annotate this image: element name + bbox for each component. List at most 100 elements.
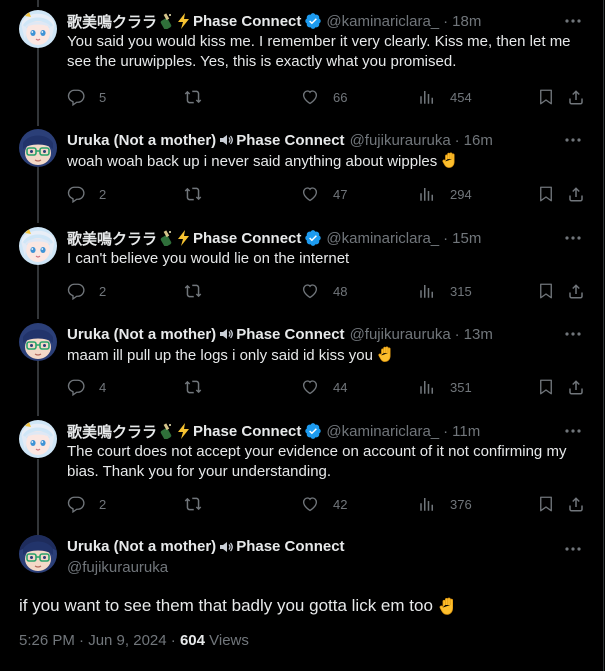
- author-handle[interactable]: @kaminariclara_: [326, 13, 439, 30]
- heart-icon: [301, 495, 326, 513]
- more-icon[interactable]: [564, 132, 582, 148]
- tweet-actions: 5 66 454: [67, 87, 587, 107]
- views-button[interactable]: 351: [418, 377, 472, 397]
- views-button[interactable]: 294: [418, 184, 472, 204]
- author-handle[interactable]: @fujikurauruka: [350, 132, 451, 149]
- more-icon[interactable]: [564, 230, 582, 246]
- tweet-time[interactable]: 16m: [464, 132, 493, 149]
- views-label: Views: [209, 632, 249, 649]
- display-name[interactable]: 歌美鳴クララ: [67, 421, 157, 442]
- view-count: 315: [450, 283, 472, 299]
- tweet-body: The court does not accept your evidence …: [67, 443, 567, 480]
- view-count: 376: [450, 496, 472, 512]
- bottle-emoji: [159, 230, 173, 246]
- tweet-text: I can't believe you would lie on the int…: [67, 249, 582, 269]
- reply-button[interactable]: 2: [67, 494, 106, 514]
- bookmark-icon: [537, 495, 562, 513]
- tweet-timestamp[interactable]: 5:26 PM · Jun 9, 2024: [19, 632, 167, 649]
- like-count: 44: [333, 379, 348, 395]
- tweet-text: if you want to see them that badly you g…: [19, 594, 458, 618]
- lightning-emoji: [177, 423, 191, 439]
- bookmark-button[interactable]: [537, 87, 562, 107]
- more-icon[interactable]: [564, 326, 582, 342]
- like-button[interactable]: 44: [301, 377, 347, 397]
- reply-icon: [67, 495, 92, 513]
- tweet-time[interactable]: 13m: [464, 326, 493, 343]
- share-button[interactable]: [567, 87, 592, 107]
- views-button[interactable]: 376: [418, 494, 472, 514]
- share-button[interactable]: [567, 184, 592, 204]
- uruka-avatar[interactable]: [19, 129, 57, 167]
- more-icon[interactable]: [564, 541, 582, 557]
- repost-button[interactable]: [184, 281, 216, 301]
- like-count: 42: [333, 496, 348, 512]
- like-button[interactable]: 42: [301, 494, 347, 514]
- display-name[interactable]: Uruka (Not a mother): [67, 538, 216, 555]
- speaker-emoji: [218, 132, 234, 148]
- more-icon[interactable]: [564, 423, 582, 439]
- org-name[interactable]: Phase Connect: [236, 132, 344, 149]
- tweet-header: Uruka (Not a mother) Phase Connect @fuji…: [67, 130, 493, 150]
- tweet-time[interactable]: 18m: [452, 13, 481, 30]
- reply-button[interactable]: 4: [67, 377, 106, 397]
- share-button[interactable]: [567, 281, 592, 301]
- display-name[interactable]: Uruka (Not a mother): [67, 132, 216, 149]
- tweet-actions: 2 48 315: [67, 281, 587, 301]
- author-handle[interactable]: @kaminariclara_: [326, 230, 439, 247]
- reply-button[interactable]: 2: [67, 281, 106, 301]
- share-button[interactable]: [567, 377, 592, 397]
- verified-badge-icon[interactable]: [304, 12, 322, 30]
- reply-button[interactable]: 5: [67, 87, 106, 107]
- verified-badge-icon[interactable]: [304, 422, 322, 440]
- org-name[interactable]: Phase Connect: [193, 423, 301, 440]
- bookmark-button[interactable]: [537, 494, 562, 514]
- reply-icon: [67, 378, 92, 396]
- tweet-body: woah woah back up i never said anything …: [67, 153, 442, 170]
- repost-button[interactable]: [184, 377, 216, 397]
- like-button[interactable]: 47: [301, 184, 347, 204]
- bookmark-button[interactable]: [537, 281, 562, 301]
- verified-badge-icon[interactable]: [304, 229, 322, 247]
- uruka-avatar[interactable]: [19, 323, 57, 361]
- share-button[interactable]: [567, 494, 592, 514]
- repost-button[interactable]: [184, 184, 216, 204]
- more-icon[interactable]: [564, 13, 582, 29]
- repost-button[interactable]: [184, 494, 216, 514]
- clara-avatar[interactable]: [19, 420, 57, 458]
- separator-dot: ·: [443, 12, 449, 30]
- bookmark-button[interactable]: [537, 184, 562, 204]
- reply-button[interactable]: 2: [67, 184, 106, 204]
- like-button[interactable]: 66: [301, 87, 347, 107]
- display-name[interactable]: 歌美鳴クララ: [67, 228, 157, 249]
- separator-dot: ·: [443, 422, 449, 440]
- author-handle[interactable]: @fujikurauruka: [350, 326, 451, 343]
- like-count: 47: [333, 186, 348, 202]
- tweet-meta: 5:26 PM · Jun 9, 2024 · 604 Views: [19, 632, 249, 649]
- views-button[interactable]: 315: [418, 281, 472, 301]
- reply-count: 4: [99, 379, 107, 395]
- tweet-time[interactable]: 11m: [452, 423, 480, 440]
- org-name[interactable]: Phase Connect: [193, 230, 301, 247]
- display-name[interactable]: 歌美鳴クララ: [67, 11, 157, 32]
- bottle-emoji: [159, 13, 173, 29]
- org-name[interactable]: Phase Connect: [236, 326, 344, 343]
- org-name[interactable]: Phase Connect: [193, 13, 301, 30]
- views-button[interactable]: 454: [418, 87, 472, 107]
- like-button[interactable]: 48: [301, 281, 347, 301]
- tweet-author[interactable]: Uruka (Not a mother) Phase Connect: [67, 538, 345, 555]
- tweet-text: maam ill pull up the logs i only said id…: [67, 345, 582, 366]
- bookmark-icon: [537, 378, 562, 396]
- clara-avatar[interactable]: [19, 10, 57, 48]
- bookmark-button[interactable]: [537, 377, 562, 397]
- repost-button[interactable]: [184, 87, 216, 107]
- uruka-avatar[interactable]: [19, 535, 57, 573]
- tweet-time[interactable]: 15m: [452, 230, 481, 247]
- clara-avatar[interactable]: [19, 227, 57, 265]
- repost-icon: [184, 282, 209, 300]
- raised-hand-emoji: [438, 596, 458, 616]
- tweet-header: Uruka (Not a mother) Phase Connect @fuji…: [67, 324, 493, 344]
- thread-connector: [37, 0, 39, 7]
- author-handle[interactable]: @fujikurauruka: [67, 559, 168, 576]
- display-name[interactable]: Uruka (Not a mother): [67, 326, 216, 343]
- author-handle[interactable]: @kaminariclara_: [326, 423, 439, 440]
